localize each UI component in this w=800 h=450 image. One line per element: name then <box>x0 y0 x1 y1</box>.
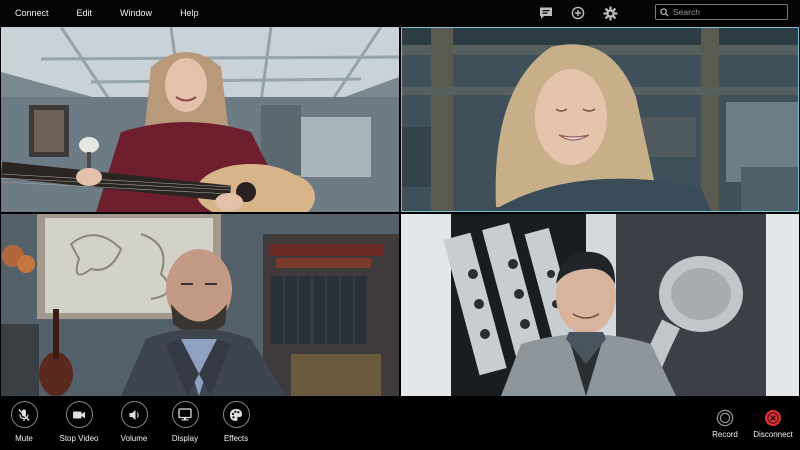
search-icon <box>660 7 669 17</box>
speaker-icon <box>120 401 148 428</box>
palette-icon <box>222 401 250 428</box>
display-label: Display <box>171 434 199 443</box>
search-input[interactable] <box>669 7 773 17</box>
monitor-icon <box>171 401 199 428</box>
volume-button[interactable]: Volume <box>106 401 162 443</box>
video-grid <box>0 27 800 397</box>
video-tile-participant-1[interactable] <box>1 27 399 212</box>
participant-video-3 <box>1 214 399 396</box>
video-tile-participant-2[interactable] <box>401 27 799 212</box>
menu-connect[interactable]: Connect <box>8 0 56 26</box>
call-toolbar: Mute Stop Video Volume Display Effects R… <box>0 397 800 450</box>
mute-label: Mute <box>15 434 33 443</box>
record-icon <box>716 408 735 427</box>
video-tile-participant-4[interactable] <box>401 214 799 396</box>
main-menu: Connect Edit Window Help <box>4 0 206 26</box>
stop-video-button[interactable]: Stop Video <box>51 401 107 443</box>
display-button[interactable]: Display <box>157 401 213 443</box>
menu-help[interactable]: Help <box>173 0 206 26</box>
top-icon-group <box>524 0 620 26</box>
add-circle-icon[interactable] <box>568 3 588 23</box>
participant-video-1 <box>1 27 399 212</box>
gear-icon[interactable] <box>600 3 620 23</box>
mute-icon <box>10 401 38 428</box>
video-camera-icon <box>65 401 93 428</box>
mute-button[interactable]: Mute <box>0 401 52 443</box>
chat-icon[interactable] <box>536 3 556 23</box>
disconnect-label: Disconnect <box>753 430 793 439</box>
video-tile-participant-3[interactable] <box>1 214 399 396</box>
effects-label: Effects <box>223 434 249 443</box>
search-box[interactable] <box>655 4 788 20</box>
effects-button[interactable]: Effects <box>208 401 264 443</box>
volume-label: Volume <box>120 434 148 443</box>
menu-edit[interactable]: Edit <box>70 0 100 26</box>
disconnect-icon <box>764 408 783 427</box>
participant-video-2 <box>401 27 799 212</box>
menu-window[interactable]: Window <box>113 0 159 26</box>
menu-bar: Connect Edit Window Help <box>0 0 800 26</box>
record-label: Record <box>712 430 738 439</box>
participant-video-4 <box>401 214 799 396</box>
disconnect-button[interactable]: Disconnect <box>745 408 800 439</box>
stop-video-label: Stop Video <box>59 434 99 443</box>
